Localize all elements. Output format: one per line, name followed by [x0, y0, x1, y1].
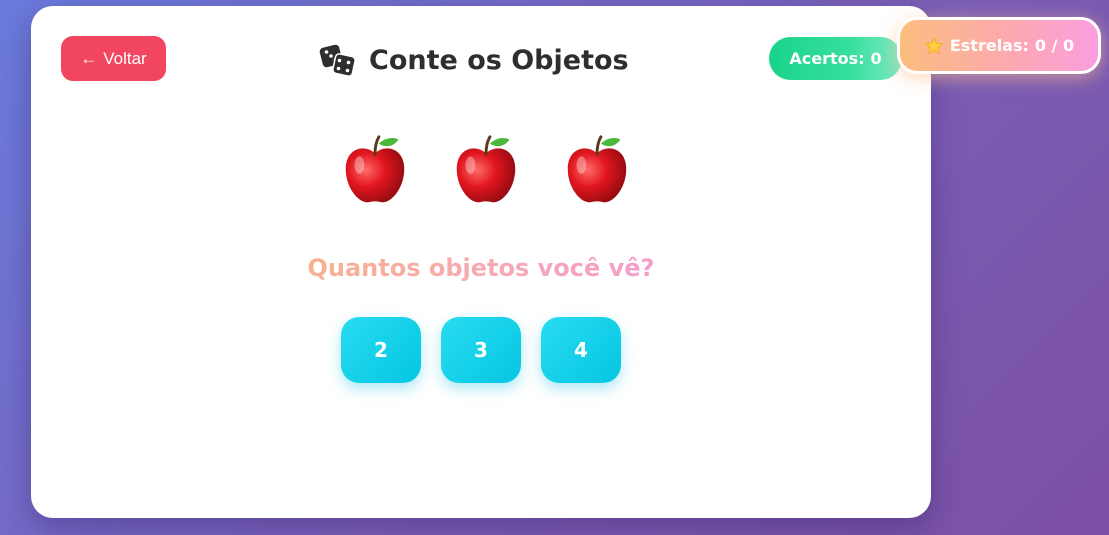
answer-button-2[interactable]: 2 [341, 317, 421, 383]
stars-label: Estrelas: [949, 36, 1029, 55]
game-card: ← Voltar Conte os Objetos Acertos: 0 Qua… [31, 6, 931, 518]
objects-area [336, 126, 636, 211]
page-title-text: Conte os Objetos [369, 44, 629, 76]
apple-icon [345, 134, 405, 202]
back-button-label: Voltar [103, 48, 147, 68]
question-text: Quantos objetos você vê? [281, 254, 681, 282]
stars-value: 0 / 0 [1034, 36, 1075, 55]
back-button[interactable]: ← Voltar [61, 36, 166, 81]
star-icon [924, 36, 944, 54]
dice-icon [319, 44, 356, 77]
apple-icon [567, 134, 627, 202]
stars-badge: Estrelas: 0 / 0 [897, 17, 1101, 74]
answer-options: 2 3 4 [341, 317, 621, 383]
score-badge: Acertos: 0 [769, 37, 902, 80]
answer-button-4[interactable]: 4 [541, 317, 621, 383]
arrow-left-icon: ← [80, 49, 98, 68]
score-value: 0 [870, 49, 882, 68]
score-label: Acertos: [789, 49, 865, 68]
apple-icon [456, 134, 516, 202]
page-title: Conte os Objetos [319, 40, 639, 80]
answer-button-3[interactable]: 3 [441, 317, 521, 383]
